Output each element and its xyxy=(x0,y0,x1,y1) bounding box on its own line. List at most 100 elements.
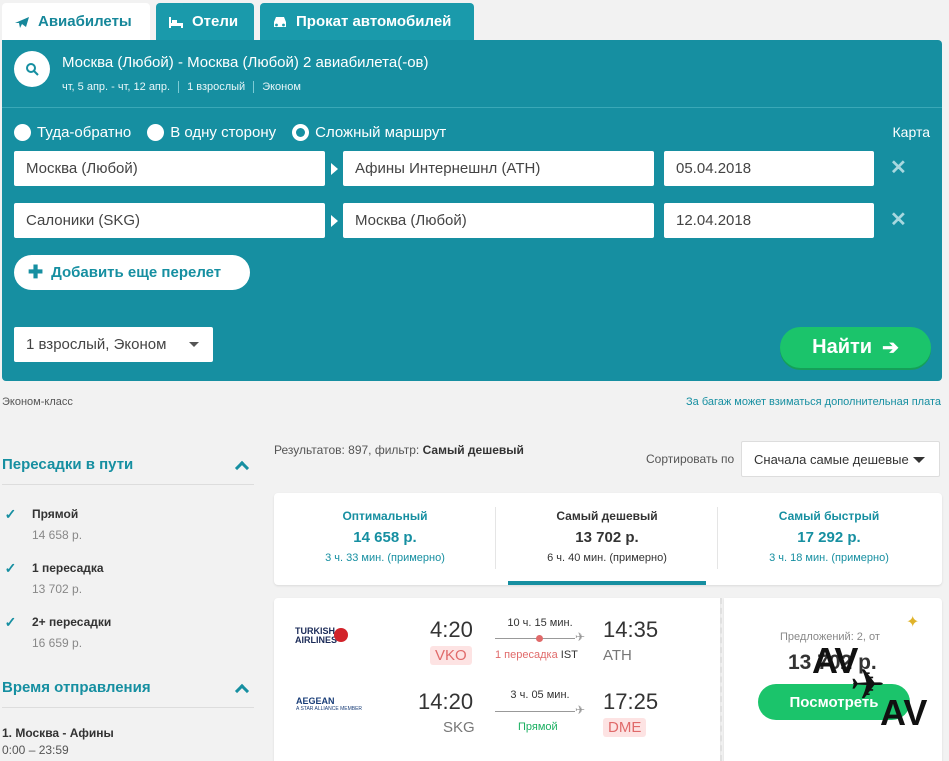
sort-label: Сортировать по xyxy=(646,452,735,466)
departure-route: 1. Москва - Афины xyxy=(2,726,114,740)
arrow-right-icon: ➔ xyxy=(882,337,899,359)
sort-tab-fastest[interactable]: Самый быстрый 17 292 р. 3 ч. 18 мин. (пр… xyxy=(718,493,940,585)
radio-dot[interactable] xyxy=(147,124,165,141)
segment-stops: 1 пересадка IST xyxy=(495,649,578,661)
dep-airport-code: SKG xyxy=(443,719,475,736)
dep-time: 14:20 xyxy=(418,689,474,714)
filter-option-label: 2+ пересадки xyxy=(32,615,112,629)
add-flight-label: Добавить еще перелет xyxy=(51,264,222,281)
sort-tab-price: 13 702 р. xyxy=(575,529,639,546)
summary-pax: 1 взрослый xyxy=(178,81,253,93)
trip-type-group: Туда-обратно В одну сторону Сложный марш… xyxy=(14,124,446,141)
segment-duration: 3 ч. 05 мин. xyxy=(510,689,570,701)
search-icon[interactable] xyxy=(14,51,50,87)
sort-tab-cheapest[interactable]: Самый дешевый 13 702 р. 6 ч. 40 мин. (пр… xyxy=(496,493,718,585)
add-flight-button[interactable]: ✚ Добавить еще перелет xyxy=(14,255,250,290)
caret-down-icon xyxy=(913,457,925,463)
leg1-date-input[interactable]: 05.04.2018 xyxy=(664,151,874,186)
checkbox-two-plus-stops[interactable]: ✓ xyxy=(2,614,19,631)
map-link[interactable]: Карта xyxy=(893,124,930,140)
radio-multi-city[interactable]: Сложный маршрут xyxy=(292,124,446,141)
sort-tab-duration: 3 ч. 18 мин. (примерно) xyxy=(769,552,889,564)
arr-time: 14:35 xyxy=(603,617,659,642)
arr-time: 17:25 xyxy=(603,689,659,714)
sort-tab-title: Оптимальный xyxy=(342,509,428,523)
leg2-date-input[interactable]: 12.04.2018 xyxy=(664,203,874,238)
sort-tabs-card: Оптимальный 14 658 р. 3 ч. 33 мин. (прим… xyxy=(274,493,942,585)
results-count: Результатов: 897, фильтр: Самый дешевый xyxy=(274,443,524,457)
find-label: Найти xyxy=(812,336,873,358)
promo-ticket-icon: ✦ xyxy=(906,614,920,631)
sort-tab-title: Самый быстрый xyxy=(778,509,880,523)
stops-filter-title[interactable]: Пересадки в пути xyxy=(2,456,133,473)
arrow-right-icon xyxy=(331,215,338,227)
airline-logo-aegean: AEGEAN A STAR ALLIANCE MEMBER xyxy=(296,697,362,713)
plus-icon: ✚ xyxy=(28,262,44,282)
dep-time: 4:20 xyxy=(430,617,473,642)
sort-tab-price: 17 292 р. xyxy=(797,529,861,546)
search-summary[interactable]: Москва (Любой) - Москва (Любой) 2 авиаби… xyxy=(2,40,942,108)
filter-option-price: 16 659 р. xyxy=(32,636,83,650)
dep-airport-code: VKO xyxy=(430,646,472,665)
tab-flights[interactable]: Авиабилеты xyxy=(2,3,150,40)
tab-label: Прокат автомобилей xyxy=(296,13,452,30)
leg2-to-input[interactable]: Москва (Любой) xyxy=(343,203,654,238)
caret-down-icon xyxy=(189,342,199,347)
summary-details: чт, 5 апр. - чт, 12 апр. 1 взрослый Экон… xyxy=(62,81,309,93)
passengers-select[interactable]: 1 взрослый, Эконом xyxy=(14,327,213,362)
segment-stops: Прямой xyxy=(518,721,558,733)
filter-option-label: Прямой xyxy=(32,507,79,521)
results-filter: Самый дешевый xyxy=(422,443,524,457)
sort-select[interactable]: Сначала самые дешевые xyxy=(741,441,940,477)
radio-label: Сложный маршрут xyxy=(315,124,447,141)
checkbox-one-stop[interactable]: ✓ xyxy=(2,560,19,577)
radio-one-way[interactable]: В одну сторону xyxy=(147,124,276,141)
divider xyxy=(2,484,254,485)
airline-logo-turkish: TURKISH AIRLINES xyxy=(295,627,337,645)
leg1-to-input[interactable]: Афины Интернешнл (ATH) xyxy=(343,151,654,186)
chevron-up-icon[interactable] xyxy=(234,683,250,699)
filter-option-price: 14 658 р. xyxy=(32,528,83,542)
chevron-up-icon[interactable] xyxy=(234,460,250,476)
segment-duration: 10 ч. 15 мин. xyxy=(507,617,573,629)
route-line-plane-icon xyxy=(495,703,585,717)
watermark-logo: AV xyxy=(880,692,928,733)
sort-tab-optimal[interactable]: Оптимальный 14 658 р. 3 ч. 33 мин. (прим… xyxy=(274,493,496,585)
search-panel: Москва (Любой) - Москва (Любой) 2 авиаби… xyxy=(2,40,942,381)
arr-airport-code: DME xyxy=(603,718,647,737)
find-button[interactable]: Найти ➔ xyxy=(780,327,931,368)
passengers-value: 1 взрослый, Эконом xyxy=(26,336,167,353)
leg1-from-input[interactable]: Москва (Любой) xyxy=(14,151,325,186)
tab-hotels[interactable]: Отели xyxy=(156,3,254,40)
economy-class-label: Эконом-класс xyxy=(2,396,73,408)
summary-title: Москва (Любой) - Москва (Любой) 2 авиаби… xyxy=(62,54,429,71)
radio-label: В одну сторону xyxy=(170,124,277,141)
stops-count: 1 пересадка xyxy=(495,649,558,661)
bed-icon xyxy=(168,14,184,30)
sort-tab-price: 14 658 р. xyxy=(353,529,417,546)
route-line-plane-icon xyxy=(495,630,585,644)
sort-tab-duration: 3 ч. 33 мин. (примерно) xyxy=(325,552,445,564)
radio-dot-selected[interactable] xyxy=(292,124,310,141)
departure-filter-title[interactable]: Время отправления xyxy=(2,679,151,696)
airline-name: AEGEAN xyxy=(296,696,335,706)
arrow-right-icon xyxy=(331,163,338,175)
radio-round-trip[interactable]: Туда-обратно xyxy=(14,124,131,141)
checkbox-direct[interactable]: ✓ xyxy=(2,506,19,523)
remove-leg1-close-icon[interactable]: ✕ xyxy=(890,155,907,180)
remove-leg2-close-icon[interactable]: ✕ xyxy=(890,207,907,232)
car-icon xyxy=(272,14,288,30)
baggage-fee-link[interactable]: За багаж может взиматься дополнительная … xyxy=(686,396,941,408)
results-prefix: Результатов: 897, фильтр: xyxy=(274,443,420,457)
tab-car-rental[interactable]: Прокат автомобилей xyxy=(260,3,474,40)
radio-dot[interactable] xyxy=(14,124,31,141)
leg2-from-input[interactable]: Салоники (SKG) xyxy=(14,203,325,238)
summary-class: Эконом xyxy=(253,81,309,93)
airline-name-sub: AIRLINES xyxy=(295,635,338,645)
stop-dot xyxy=(536,635,543,642)
tab-label: Отели xyxy=(192,13,239,30)
filter-option-label: 1 пересадка xyxy=(32,561,104,575)
stops-via: IST xyxy=(560,649,578,661)
radio-label: Туда-обратно xyxy=(37,124,132,141)
sort-tab-duration: 6 ч. 40 мин. (примерно) xyxy=(547,552,667,564)
